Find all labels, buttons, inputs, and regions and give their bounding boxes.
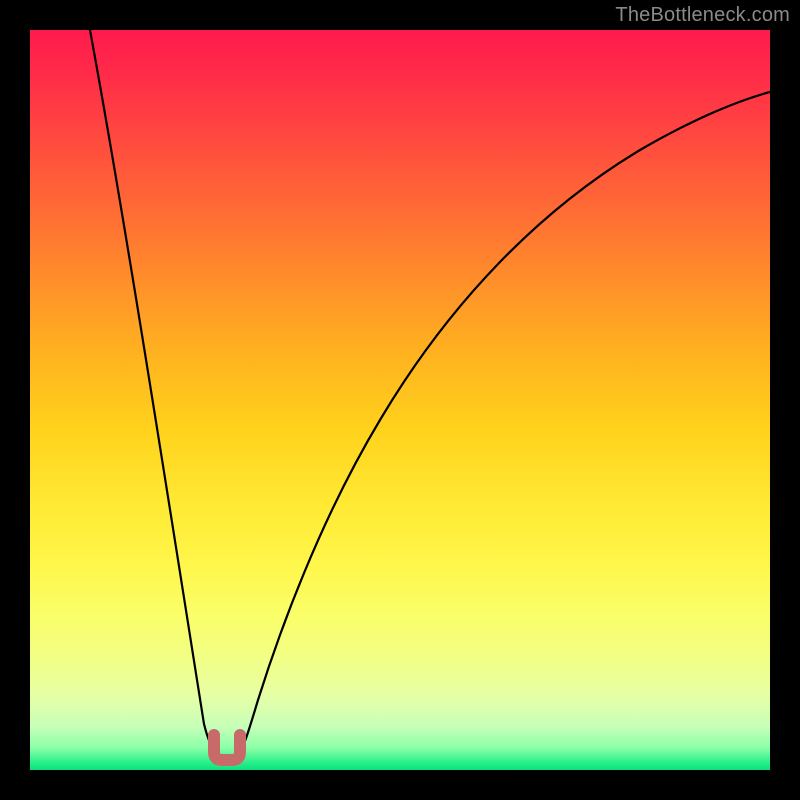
chart-frame: TheBottleneck.com <box>0 0 800 800</box>
gradient-plot-area <box>30 30 770 770</box>
watermark-text: TheBottleneck.com <box>615 4 790 27</box>
